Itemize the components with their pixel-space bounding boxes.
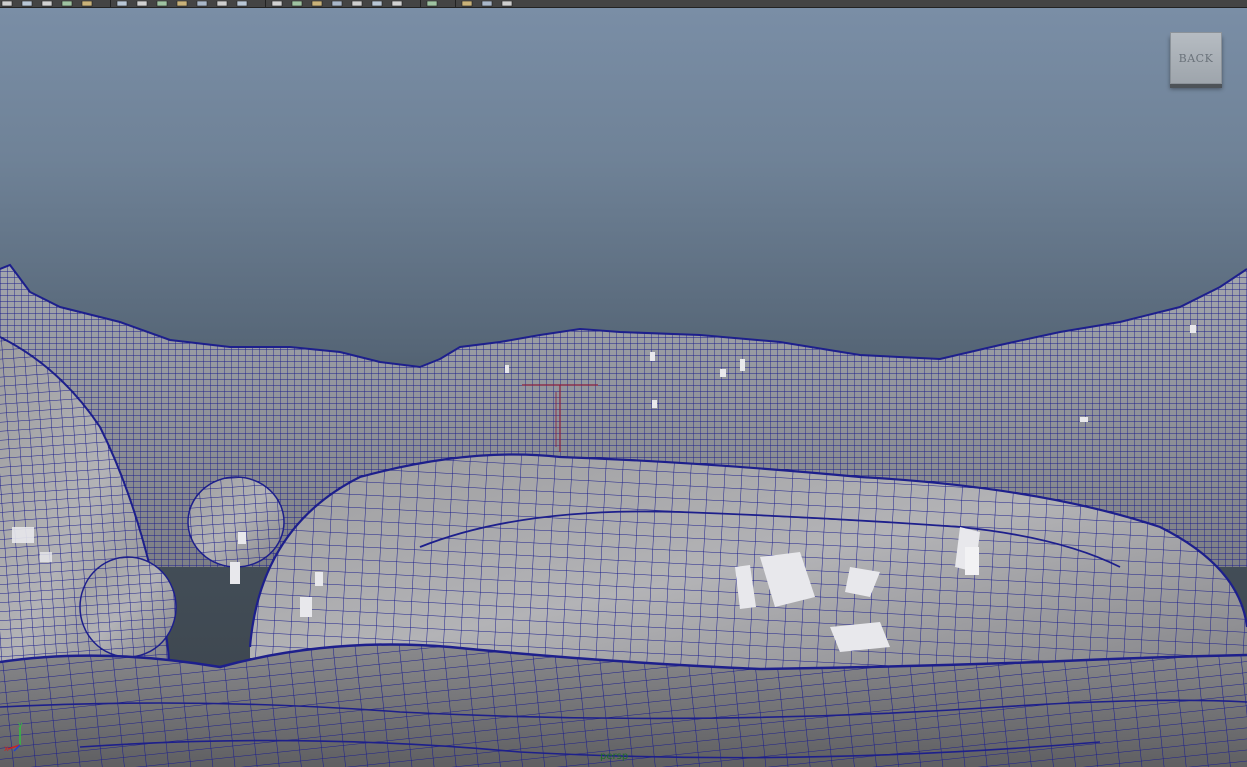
toolbar-group (270, 0, 410, 7)
xray-icon[interactable] (460, 0, 474, 7)
back-button[interactable]: BACK (1170, 32, 1222, 84)
isolate-select-icon[interactable] (425, 0, 439, 7)
motion-blur-icon[interactable] (390, 0, 404, 7)
toolbar-group (460, 0, 520, 7)
toolbar-separator (265, 0, 266, 7)
terrain-mesh[interactable] (0, 7, 1247, 767)
shadows-icon[interactable] (350, 0, 364, 7)
film-gate-icon[interactable] (175, 0, 189, 7)
xray-joints-icon[interactable] (480, 0, 494, 7)
xray-components-icon[interactable] (500, 0, 514, 7)
camera-name-label: persp (600, 751, 629, 762)
camera-attributes-icon[interactable] (115, 0, 129, 7)
toolbar-separator (455, 0, 456, 7)
smooth-shade-icon[interactable] (290, 0, 304, 7)
resolution-gate-icon[interactable] (195, 0, 209, 7)
safe-action-icon[interactable] (215, 0, 229, 7)
foreground-ground (0, 643, 1247, 767)
toolbar-group (0, 0, 100, 7)
select-tool-icon[interactable] (0, 0, 14, 7)
3d-viewport[interactable]: BACK y x persp (0, 7, 1247, 767)
ambient-occlusion-icon[interactable] (370, 0, 384, 7)
axis-y-label: y (18, 720, 23, 729)
grid-icon[interactable] (155, 0, 169, 7)
rotate-tool-icon[interactable] (80, 0, 94, 7)
texture-icon[interactable] (310, 0, 324, 7)
lasso-tool-icon[interactable] (20, 0, 34, 7)
toolbar-separator (420, 0, 421, 7)
toolbar-group (115, 0, 255, 7)
paint-tool-icon[interactable] (40, 0, 54, 7)
axis-gizmo: y x (4, 720, 23, 753)
app-window: BACK y x persp (0, 0, 1247, 767)
toolbar-group (425, 0, 445, 7)
axis-x-label: x (4, 744, 9, 753)
safe-title-icon[interactable] (235, 0, 249, 7)
viewport-toolbar (0, 0, 1247, 8)
image-plane-icon[interactable] (135, 0, 149, 7)
wireframe-icon[interactable] (270, 0, 284, 7)
lighting-icon[interactable] (330, 0, 344, 7)
toolbar-separator (110, 0, 111, 7)
move-tool-icon[interactable] (60, 0, 74, 7)
